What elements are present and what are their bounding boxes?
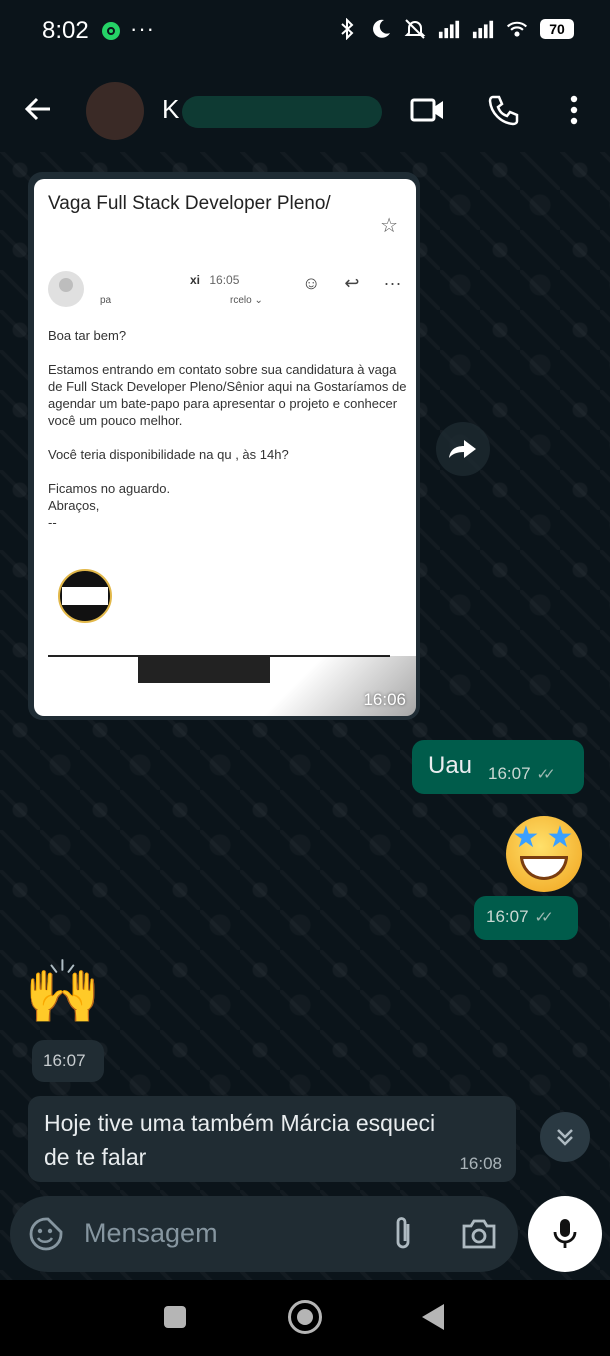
message-time: 16:08: [459, 1154, 502, 1173]
status-time: 8:02: [42, 17, 89, 44]
contact-avatar[interactable]: [86, 82, 144, 140]
back-button[interactable]: [22, 92, 56, 126]
battery-indicator: 70: [540, 19, 574, 39]
moon-icon: [370, 18, 392, 40]
sticker-icon: [29, 1217, 63, 1251]
message-time: 16:07: [486, 907, 529, 926]
message-text: Uau: [428, 752, 473, 779]
message-time: 16:07: [488, 764, 531, 783]
recent-apps-button[interactable]: [164, 1306, 186, 1328]
email-body: Boa tar bem? Estamos entrando em contato…: [48, 327, 408, 531]
star-eye-icon: ★: [546, 821, 574, 854]
message-time: 16:06: [363, 690, 406, 709]
email-paragraph-1: Estamos entrando em contato sobre sua ca…: [48, 362, 407, 428]
wifi-icon: [506, 18, 528, 40]
forward-button[interactable]: [436, 422, 490, 476]
sender-suffix: xi: [190, 273, 201, 287]
video-call-icon: [410, 98, 443, 122]
email-closing-1: Ficamos no aguardo.: [48, 481, 171, 496]
voice-call-button[interactable]: [486, 92, 522, 128]
star-struck-emoji[interactable]: ★ ★: [506, 816, 582, 892]
emoji-reaction-icon: ☺: [302, 273, 321, 293]
redaction-mask: [182, 96, 382, 128]
back-arrow-icon: [24, 97, 50, 121]
email-sent-time: 16:05: [209, 273, 240, 287]
scroll-to-bottom-button[interactable]: [540, 1112, 590, 1162]
paperclip-icon: [396, 1217, 410, 1249]
double-check-icon: ✓✓: [534, 909, 554, 926]
star-icon: ☆: [380, 215, 398, 237]
mute-icon: [404, 18, 426, 40]
microphone-icon: [553, 1219, 577, 1248]
message-time: 16:07: [43, 1051, 86, 1070]
double-check-icon: ✓✓: [536, 766, 556, 783]
emoji-mouth: [520, 856, 568, 880]
forward-icon: [449, 440, 476, 458]
email-paragraph-2: Você teria disponibilidade na qu , às 14…: [48, 447, 289, 462]
email-sender: xi 16:05: [190, 273, 239, 287]
email-recipient-suffix: rcelo ⌄: [230, 295, 263, 306]
message-input[interactable]: Mensagem: [84, 1218, 218, 1249]
phone-call-icon: [488, 95, 519, 126]
attach-button[interactable]: [386, 1214, 420, 1254]
home-button[interactable]: [288, 1300, 322, 1334]
bluetooth-icon: [336, 18, 358, 40]
status-icons: 70: [336, 18, 574, 40]
system-navigation-bar: [0, 1280, 610, 1356]
email-subject: Vaga Full Stack Developer Pleno/: [48, 193, 331, 214]
email-closing-2: Abraços,: [48, 498, 100, 513]
email-actions: ☺ ↩ ···: [302, 273, 401, 294]
more-options-button[interactable]: [556, 92, 592, 128]
message-meta: 16:07 ✓✓: [488, 764, 556, 784]
incoming-emoji-meta: 16:07: [32, 1040, 104, 1082]
signal-icon: [438, 18, 460, 40]
emoji-sticker-button[interactable]: [28, 1216, 64, 1252]
more-horiz-icon: ···: [383, 273, 402, 293]
outgoing-message[interactable]: Uau 16:07 ✓✓: [412, 740, 584, 794]
status-bar: 8:02 ··· 70: [0, 0, 610, 62]
message-text: Hoje tive uma também Márcia esqueci de t…: [44, 1110, 436, 1170]
emoji-message-meta[interactable]: 16:07 ✓✓: [474, 896, 578, 940]
raising-hands-emoji[interactable]: 🙌: [24, 958, 101, 1028]
star-eye-icon: ★: [512, 821, 540, 854]
company-logo: [58, 569, 112, 623]
message-meta: 16:07 ✓✓: [486, 907, 554, 927]
video-call-button[interactable]: [410, 92, 446, 128]
email-screenshot-image[interactable]: Vaga Full Stack Developer Pleno/ ☆ xi 16…: [34, 179, 416, 716]
sender-avatar: [48, 271, 84, 307]
voice-record-button[interactable]: [528, 1196, 602, 1272]
camera-button[interactable]: [460, 1216, 498, 1252]
email-greeting: Boa tar bem?: [48, 328, 127, 343]
email-recipient-prefix: pa: [100, 295, 112, 306]
camera-icon: [462, 1219, 496, 1249]
reply-icon: ↩: [344, 273, 360, 293]
whatsapp-notification-icon: [102, 22, 120, 40]
email-signature: --: [48, 515, 57, 530]
more-vert-icon: [570, 95, 578, 125]
chat-header: K: [0, 62, 610, 152]
signal-icon: [472, 18, 494, 40]
double-chevron-down-icon: [557, 1129, 573, 1146]
contact-name[interactable]: K: [162, 94, 179, 125]
more-notifications-icon: ···: [130, 16, 155, 41]
image-message[interactable]: Vaga Full Stack Developer Pleno/ ☆ xi 16…: [28, 172, 420, 720]
message-composer: Mensagem: [10, 1196, 518, 1272]
back-nav-button[interactable]: [422, 1304, 444, 1330]
incoming-message[interactable]: Hoje tive uma também Márcia esqueci de t…: [28, 1096, 516, 1182]
